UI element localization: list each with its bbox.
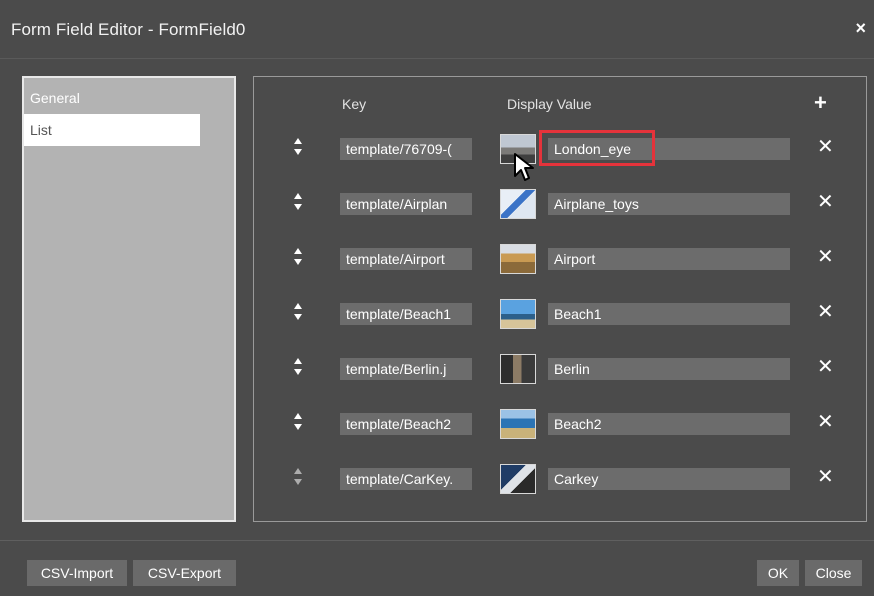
display-value-input[interactable]: Beach1 bbox=[548, 303, 790, 325]
csv-export-button[interactable]: CSV-Export bbox=[133, 560, 236, 586]
list-row: template/Berlin.j Berlin ✕ bbox=[254, 350, 866, 386]
london-eye-thumbnail[interactable] bbox=[500, 134, 536, 164]
list-row: template/76709-( London_eye ✕ bbox=[254, 130, 866, 166]
delete-row-icon[interactable]: ✕ bbox=[817, 409, 834, 434]
carkey-thumbnail[interactable] bbox=[500, 464, 536, 494]
key-input[interactable]: template/CarKey. bbox=[340, 468, 472, 490]
display-value-input[interactable]: Airplane_toys bbox=[548, 193, 790, 215]
reorder-handle-icon[interactable] bbox=[294, 136, 304, 160]
column-header-key: Key bbox=[342, 96, 367, 112]
reorder-handle-icon[interactable] bbox=[294, 301, 304, 325]
display-value-input[interactable]: Airport bbox=[548, 248, 790, 270]
list-row: template/CarKey. Carkey ✕ bbox=[254, 460, 866, 496]
beach2-thumbnail[interactable] bbox=[500, 409, 536, 439]
airplane-thumbnail[interactable] bbox=[500, 189, 536, 219]
dialog-title: Form Field Editor - FormField0 bbox=[11, 20, 246, 39]
sidebar-item-list[interactable]: List bbox=[24, 114, 200, 146]
key-input[interactable]: template/Airplan bbox=[340, 193, 472, 215]
title-bar: Form Field Editor - FormField0 × bbox=[0, 0, 874, 58]
csv-import-button[interactable]: CSV-Import bbox=[27, 560, 127, 586]
delete-row-icon[interactable]: ✕ bbox=[817, 299, 834, 324]
key-input[interactable]: template/Airport bbox=[340, 248, 472, 270]
delete-row-icon[interactable]: ✕ bbox=[817, 189, 834, 214]
close-dialog-icon[interactable]: × bbox=[855, 18, 866, 39]
key-input[interactable]: template/Beach1 bbox=[340, 303, 472, 325]
beach1-thumbnail[interactable] bbox=[500, 299, 536, 329]
list-panel: Key Display Value + template/76709-( Lon… bbox=[253, 76, 867, 522]
display-value-input[interactable]: Beach2 bbox=[548, 413, 790, 435]
reorder-handle-icon[interactable] bbox=[294, 191, 304, 215]
key-input[interactable]: template/Berlin.j bbox=[340, 358, 472, 380]
reorder-handle-icon[interactable] bbox=[294, 356, 304, 380]
close-button[interactable]: Close bbox=[805, 560, 862, 586]
display-value-input[interactable]: Carkey bbox=[548, 468, 790, 490]
sidebar-item-general[interactable]: General bbox=[24, 82, 234, 114]
add-row-button[interactable]: + bbox=[814, 90, 827, 116]
delete-row-icon[interactable]: ✕ bbox=[817, 244, 834, 269]
title-divider bbox=[0, 58, 874, 59]
reorder-handle-icon[interactable] bbox=[294, 246, 304, 270]
key-input[interactable]: template/Beach2 bbox=[340, 413, 472, 435]
column-header-display-value: Display Value bbox=[507, 96, 592, 112]
delete-row-icon[interactable]: ✕ bbox=[817, 134, 834, 159]
ok-button[interactable]: OK bbox=[757, 560, 799, 586]
display-value-input[interactable]: London_eye bbox=[548, 138, 790, 160]
sidebar-nav: General List bbox=[22, 76, 236, 522]
reorder-handle-icon[interactable] bbox=[294, 411, 304, 435]
list-row: template/Beach2 Beach2 ✕ bbox=[254, 405, 866, 441]
list-row: template/Airport Airport ✕ bbox=[254, 240, 866, 276]
berlin-thumbnail[interactable] bbox=[500, 354, 536, 384]
display-value-input[interactable]: Berlin bbox=[548, 358, 790, 380]
delete-row-icon[interactable]: ✕ bbox=[817, 464, 834, 489]
key-input[interactable]: template/76709-( bbox=[340, 138, 472, 160]
airport-thumbnail[interactable] bbox=[500, 244, 536, 274]
list-row: template/Beach1 Beach1 ✕ bbox=[254, 295, 866, 331]
delete-row-icon[interactable]: ✕ bbox=[817, 354, 834, 379]
footer-divider bbox=[0, 540, 874, 541]
reorder-handle-icon[interactable] bbox=[294, 466, 304, 490]
list-row: template/Airplan Airplane_toys ✕ bbox=[254, 185, 866, 221]
